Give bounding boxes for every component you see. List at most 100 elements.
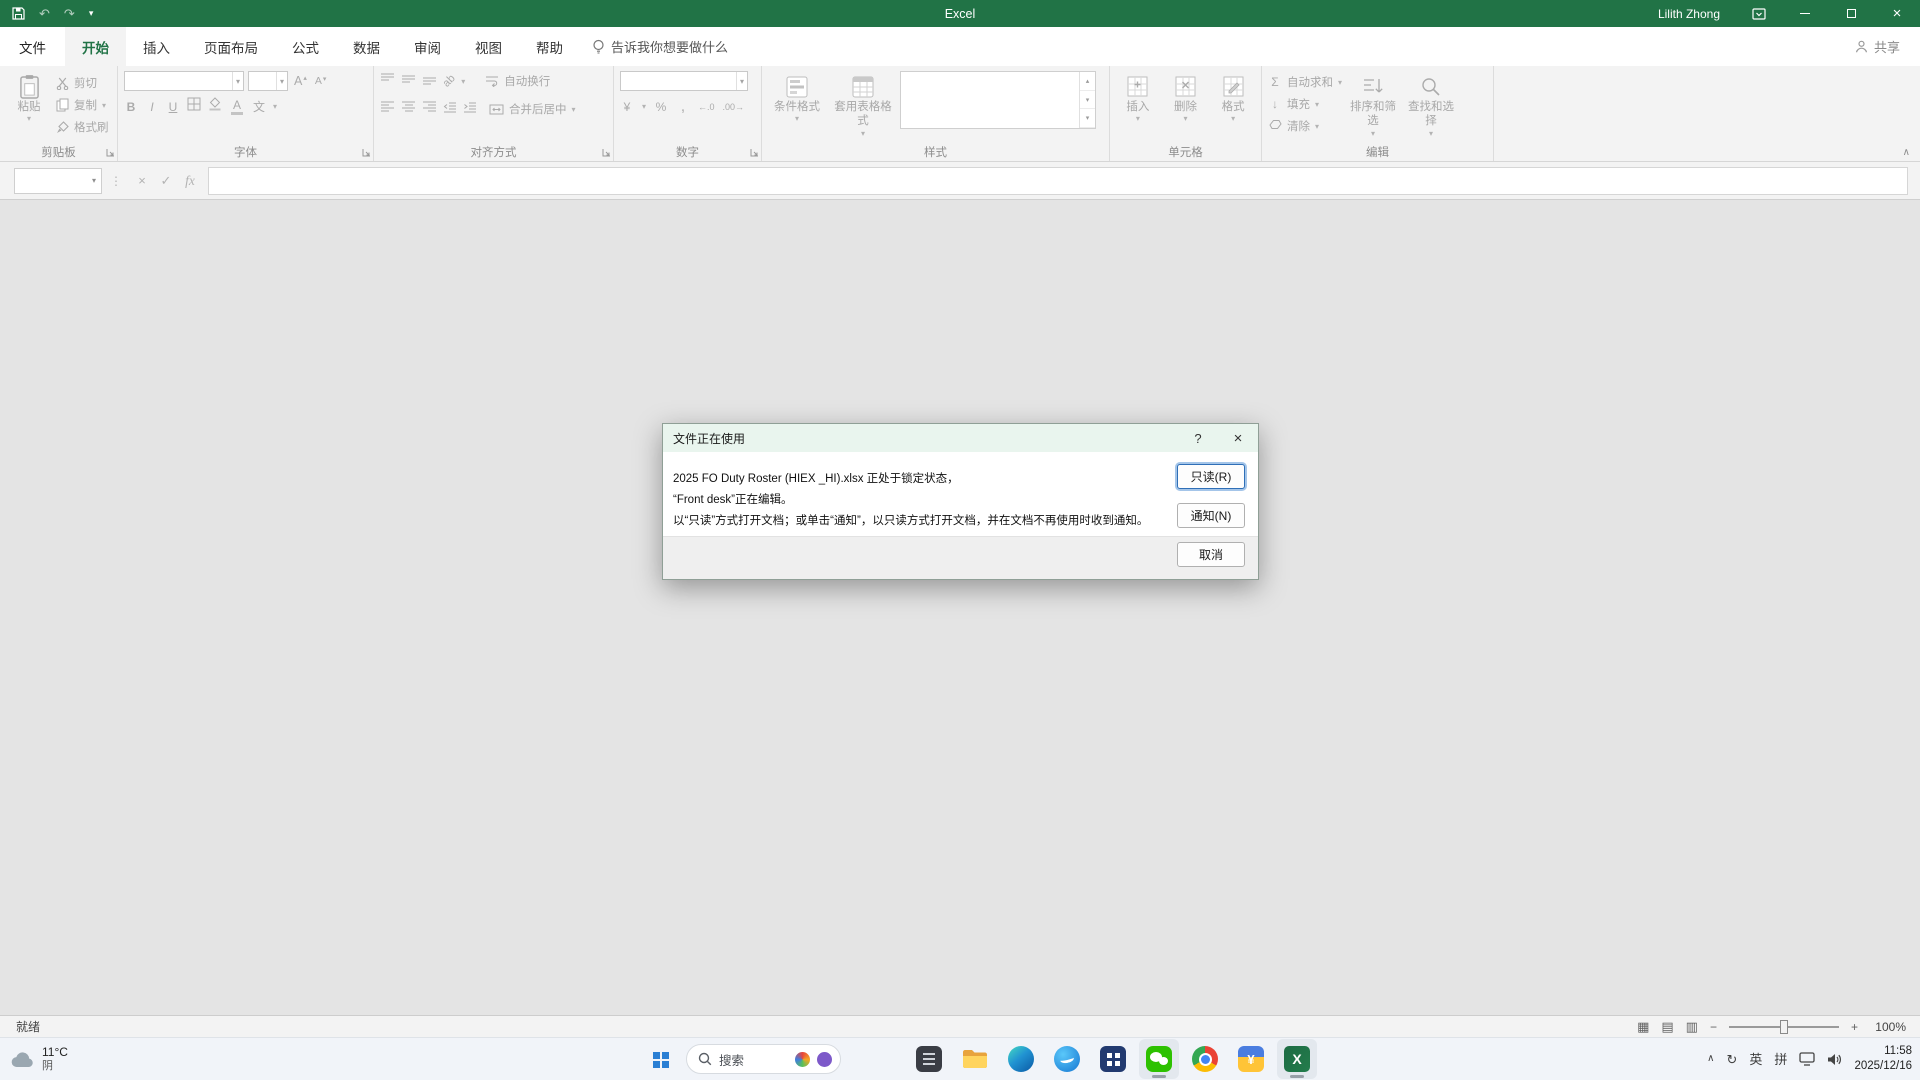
tab-home[interactable]: 开始 <box>65 27 126 66</box>
number-group-label: 数字 <box>676 144 699 160</box>
tab-insert[interactable]: 插入 <box>126 27 187 66</box>
format-painter-label: 格式刷 <box>74 119 109 135</box>
minimize-button[interactable] <box>1782 0 1828 27</box>
tab-formulas[interactable]: 公式 <box>275 27 336 66</box>
number-group: ▾ ¥ ▾ % , ←.0 .00→ 数字 <box>614 66 762 161</box>
chrome-icon <box>1192 1046 1218 1072</box>
find-select-label: 查找和选择 <box>1404 100 1458 129</box>
sort-filter-label: 排序和筛选 <box>1346 100 1400 129</box>
close-button[interactable]: × <box>1874 0 1920 27</box>
font-dialog-launcher <box>362 149 370 157</box>
taskbar-icon-excel[interactable]: X <box>1277 1039 1317 1079</box>
display-icon[interactable] <box>1799 1052 1815 1066</box>
collapse-ribbon-button[interactable]: ∧ <box>1903 147 1910 158</box>
clock-date: 2025/12/16 <box>1854 1059 1912 1074</box>
percent-style-icon: % <box>654 100 668 114</box>
fill-label: 填充 <box>1287 96 1310 112</box>
tell-me-box[interactable]: 告诉我你想要做什么 <box>592 27 728 66</box>
undo-button[interactable]: ↶ <box>39 7 50 20</box>
redo-button[interactable]: ↷ <box>64 7 75 20</box>
save-button[interactable] <box>12 7 25 20</box>
taskbar-icon-dark-app[interactable] <box>909 1039 949 1079</box>
zoom-slider-thumb[interactable] <box>1780 1020 1788 1034</box>
taskbar-icon-chrome[interactable] <box>1185 1039 1225 1079</box>
cancel-button[interactable]: 取消 <box>1177 542 1245 567</box>
cells-group: 插入 ▾ 删除 ▾ 格式 ▾ 单元格 <box>1110 66 1262 161</box>
cut-button: 剪切 <box>56 73 109 93</box>
delete-cells-label: 删除 <box>1174 100 1197 114</box>
tab-data[interactable]: 数据 <box>336 27 397 66</box>
format-painter-button: 格式刷 <box>56 117 109 137</box>
taskbar-icon-edge[interactable] <box>1001 1039 1041 1079</box>
window-title: Excel <box>0 7 1920 21</box>
dialog-message-line2: “Front desk”正在编辑。 <box>673 490 1178 511</box>
fill-color-icon <box>208 97 222 116</box>
taskbar: 11°C 阴 搜索 ¥ X ∧ <box>0 1037 1920 1080</box>
ribbon-display-options-button[interactable] <box>1736 0 1782 27</box>
cell-styles-gallery: ▴ ▾ ▾ <box>900 71 1096 129</box>
readonly-button[interactable]: 只读(R) <box>1177 464 1245 489</box>
zoom-in-button[interactable]: + <box>1851 1020 1858 1034</box>
insert-function-button: fx <box>178 173 202 189</box>
weather-widget[interactable]: 11°C 阴 <box>10 1038 68 1080</box>
quick-access-toolbar: ↶ ↷ ▾ <box>0 7 93 20</box>
start-button[interactable] <box>640 1039 680 1079</box>
dialog-help-button[interactable]: ? <box>1178 424 1218 452</box>
zoom-level[interactable]: 100% <box>1870 1020 1906 1034</box>
workbook-area <box>0 200 1920 1015</box>
font-group-label: 字体 <box>234 144 257 160</box>
blue-app-icon <box>1054 1046 1080 1072</box>
increase-indent-icon <box>463 100 477 118</box>
accounting-format-icon: ¥ <box>620 100 634 114</box>
page-break-view-button[interactable]: ▥ <box>1686 1020 1698 1033</box>
find-select-button: 查找和选择 ▾ <box>1404 71 1458 138</box>
customize-qat-button[interactable]: ▾ <box>89 9 94 18</box>
ime-pinyin-indicator[interactable]: 拼 <box>1774 1053 1787 1066</box>
paste-label: 粘贴 <box>18 100 41 114</box>
align-left-icon <box>380 100 395 118</box>
sync-icon[interactable]: ↻ <box>1727 1053 1738 1066</box>
insert-cells-label: 插入 <box>1126 100 1149 114</box>
status-bar: 就绪 ▦ ▤ ▥ − + 100% <box>0 1015 1920 1037</box>
page-layout-view-button[interactable]: ▤ <box>1661 1020 1673 1033</box>
weather-temp: 11°C <box>42 1045 68 1059</box>
normal-view-button[interactable]: ▦ <box>1637 1020 1649 1033</box>
taskbar-icon-wechat[interactable] <box>1139 1039 1179 1079</box>
zoom-slider[interactable] <box>1729 1026 1839 1028</box>
tab-page-layout[interactable]: 页面布局 <box>187 27 275 66</box>
taskbar-icon-navy-app[interactable] <box>1093 1039 1133 1079</box>
tab-view[interactable]: 视图 <box>458 27 519 66</box>
enter-entry-button: ✓ <box>154 173 178 189</box>
zoom-out-button[interactable]: − <box>1710 1020 1717 1034</box>
dialog-title: 文件正在使用 <box>673 430 745 447</box>
maximize-button[interactable] <box>1828 0 1874 27</box>
comma-style-icon: , <box>676 98 690 115</box>
format-as-table-icon <box>852 76 874 98</box>
tab-file[interactable]: 文件 <box>0 27 65 66</box>
name-box-dropdown-icon: ▾ <box>87 176 101 185</box>
bold-button: B <box>124 100 138 114</box>
sort-filter-icon <box>1362 76 1384 98</box>
conditional-formatting-icon <box>786 76 808 98</box>
hidden-icons-chevron[interactable]: ∧ <box>1707 1054 1714 1064</box>
clear-icon <box>1268 119 1282 133</box>
volume-icon[interactable] <box>1827 1053 1842 1066</box>
decrease-indent-icon <box>443 100 457 118</box>
notify-button[interactable]: 通知(N) <box>1177 503 1245 528</box>
clock[interactable]: 11:58 2025/12/16 <box>1854 1044 1912 1074</box>
ime-english-indicator[interactable]: 英 <box>1749 1053 1762 1066</box>
person-icon <box>1855 40 1868 53</box>
taskbar-icon-finance-app[interactable]: ¥ <box>1231 1039 1271 1079</box>
cancel-entry-button: × <box>130 173 154 188</box>
taskbar-icon-blue-app[interactable] <box>1047 1039 1087 1079</box>
dialog-close-button[interactable]: × <box>1218 424 1258 452</box>
share-button[interactable]: 共享 <box>1855 27 1920 66</box>
tab-help[interactable]: 帮助 <box>519 27 580 66</box>
tab-review[interactable]: 审阅 <box>397 27 458 66</box>
taskbar-icon-file-explorer[interactable] <box>955 1039 995 1079</box>
dialog-message-line3: 以“只读”方式打开文档；或单击“通知”，以只读方式打开文档，并在文档不再使用时收… <box>673 511 1178 532</box>
format-cells-button: 格式 ▾ <box>1211 71 1255 123</box>
search-box[interactable]: 搜索 <box>686 1044 841 1074</box>
gallery-scroll-down-icon: ▾ <box>1080 91 1095 110</box>
clipboard-group-label: 剪贴板 <box>41 144 76 160</box>
